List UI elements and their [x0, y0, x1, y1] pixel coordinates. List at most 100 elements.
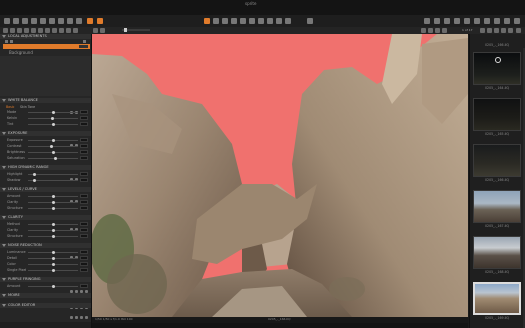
thumbnail[interactable] [473, 144, 521, 177]
color-icon[interactable] [40, 18, 46, 24]
layer-row-active[interactable] [3, 44, 90, 49]
zoom-slider-handle[interactable] [124, 28, 127, 32]
viewer-mode-icon[interactable] [93, 28, 98, 33]
tool-header-exposure[interactable]: EXPOSURE [0, 131, 91, 147]
value-field[interactable] [80, 122, 88, 126]
layer-menu-icon[interactable] [83, 40, 86, 43]
image-viewer[interactable] [92, 34, 468, 317]
value-field[interactable] [80, 222, 88, 226]
slider-handle[interactable] [52, 151, 55, 154]
slider-handle[interactable] [52, 111, 55, 114]
value-field[interactable] [80, 206, 88, 210]
lens-icon[interactable] [31, 18, 37, 24]
tab-icon-6[interactable] [45, 28, 50, 33]
slider-track[interactable] [28, 146, 78, 147]
menu-icon[interactable] [85, 316, 88, 319]
output-icon[interactable] [87, 18, 93, 24]
collapse-arrow-icon[interactable] [2, 188, 6, 191]
straighten-icon[interactable] [240, 18, 246, 24]
tab-icon-9[interactable] [66, 28, 71, 33]
import-icon[interactable] [13, 18, 19, 24]
remove-layer-icon[interactable] [10, 40, 13, 43]
filter-icon[interactable] [421, 28, 426, 33]
tool-header-levels-curve[interactable]: LEVELS / CURVE [0, 187, 91, 203]
tab-icon-8[interactable] [59, 28, 64, 33]
tab-icon-10[interactable] [73, 28, 78, 33]
slider-handle[interactable] [52, 195, 55, 198]
layer-opacity[interactable] [79, 45, 88, 48]
add-layer-icon[interactable] [5, 40, 8, 43]
text-icon[interactable] [454, 18, 460, 24]
brush-icon[interactable] [258, 18, 264, 24]
help-icon[interactable] [504, 18, 510, 24]
details-icon[interactable] [58, 18, 64, 24]
zoom-icon[interactable] [222, 18, 228, 24]
browser-icon-4[interactable] [501, 28, 506, 33]
tool-header-moire[interactable]: MOIRE [0, 293, 91, 309]
slider-handle[interactable] [52, 263, 55, 266]
collapse-arrow-icon[interactable] [2, 35, 6, 38]
grid-icon[interactable] [307, 18, 313, 24]
cursor-icon[interactable] [204, 18, 210, 24]
view-filmstrip-icon[interactable] [434, 18, 440, 24]
tool-header-local-adjustments[interactable]: LOCAL ADJUSTMENTS [0, 34, 91, 39]
proof-icon[interactable] [494, 18, 500, 24]
metadata-icon[interactable] [76, 18, 82, 24]
tool-header-clarity[interactable]: CLARITY [0, 215, 91, 231]
slider-handle[interactable] [52, 223, 55, 226]
value-field[interactable] [80, 234, 88, 238]
help-icon[interactable] [70, 316, 73, 319]
slider-handle[interactable] [52, 235, 55, 238]
camera-icon[interactable] [22, 18, 28, 24]
collapse-arrow-icon[interactable] [2, 99, 6, 102]
slider-handle[interactable] [52, 139, 55, 142]
thumbnail[interactable] [473, 190, 521, 223]
value-field[interactable] [80, 250, 88, 254]
value-field[interactable] [80, 284, 88, 288]
apply-adjust-icon[interactable] [484, 18, 490, 24]
reset-icon[interactable] [75, 316, 78, 319]
value-field[interactable] [80, 172, 88, 176]
slider-handle[interactable] [33, 173, 36, 176]
tool-header-purple-fringing[interactable]: PURPLE FRINGING [0, 277, 91, 293]
copy-icon[interactable] [80, 316, 83, 319]
tab-icon-1[interactable] [10, 28, 15, 33]
tab-icon-2[interactable] [17, 28, 22, 33]
copy-adjust-icon[interactable] [474, 18, 480, 24]
browser-icon-3[interactable] [494, 28, 499, 33]
value-field[interactable] [80, 178, 88, 182]
compare-icon[interactable] [444, 18, 450, 24]
browser-icon-6[interactable] [516, 28, 521, 33]
pan-icon[interactable] [213, 18, 219, 24]
slider-handle[interactable] [52, 251, 55, 254]
warning-icon[interactable] [464, 18, 470, 24]
exposure-icon[interactable] [49, 18, 55, 24]
slider-handle[interactable] [52, 201, 55, 204]
value-field[interactable] [80, 194, 88, 198]
crop-icon[interactable] [231, 18, 237, 24]
slider-handle[interactable] [33, 179, 36, 182]
slider-handle[interactable] [50, 145, 53, 148]
value-field[interactable] [80, 110, 88, 114]
value-field[interactable] [80, 268, 88, 272]
value-field[interactable] [80, 156, 88, 160]
viewer-split-icon[interactable] [100, 28, 105, 33]
value-field[interactable] [80, 150, 88, 154]
collapse-arrow-icon[interactable] [2, 132, 6, 135]
slider-handle[interactable] [52, 123, 55, 126]
slider-handle[interactable] [51, 117, 54, 120]
value-field[interactable] [80, 138, 88, 142]
collapse-arrow-icon[interactable] [2, 244, 6, 247]
slider-handle[interactable] [52, 285, 55, 288]
slider-handle[interactable] [52, 207, 55, 210]
tool-header-white-balance[interactable]: WHITE BALANCE [0, 98, 91, 114]
tool-header-high-dynamic-range[interactable]: HIGH DYNAMIC RANGE [0, 165, 91, 181]
sort-icon[interactable] [428, 28, 433, 33]
tab-icon-3[interactable] [24, 28, 29, 33]
slider-handle[interactable] [52, 229, 55, 232]
library-icon[interactable] [4, 18, 10, 24]
eraser-icon[interactable] [267, 18, 273, 24]
local-adjust-icon[interactable] [67, 18, 73, 24]
color-tag-icon[interactable] [442, 28, 447, 33]
value-field[interactable] [80, 228, 88, 232]
